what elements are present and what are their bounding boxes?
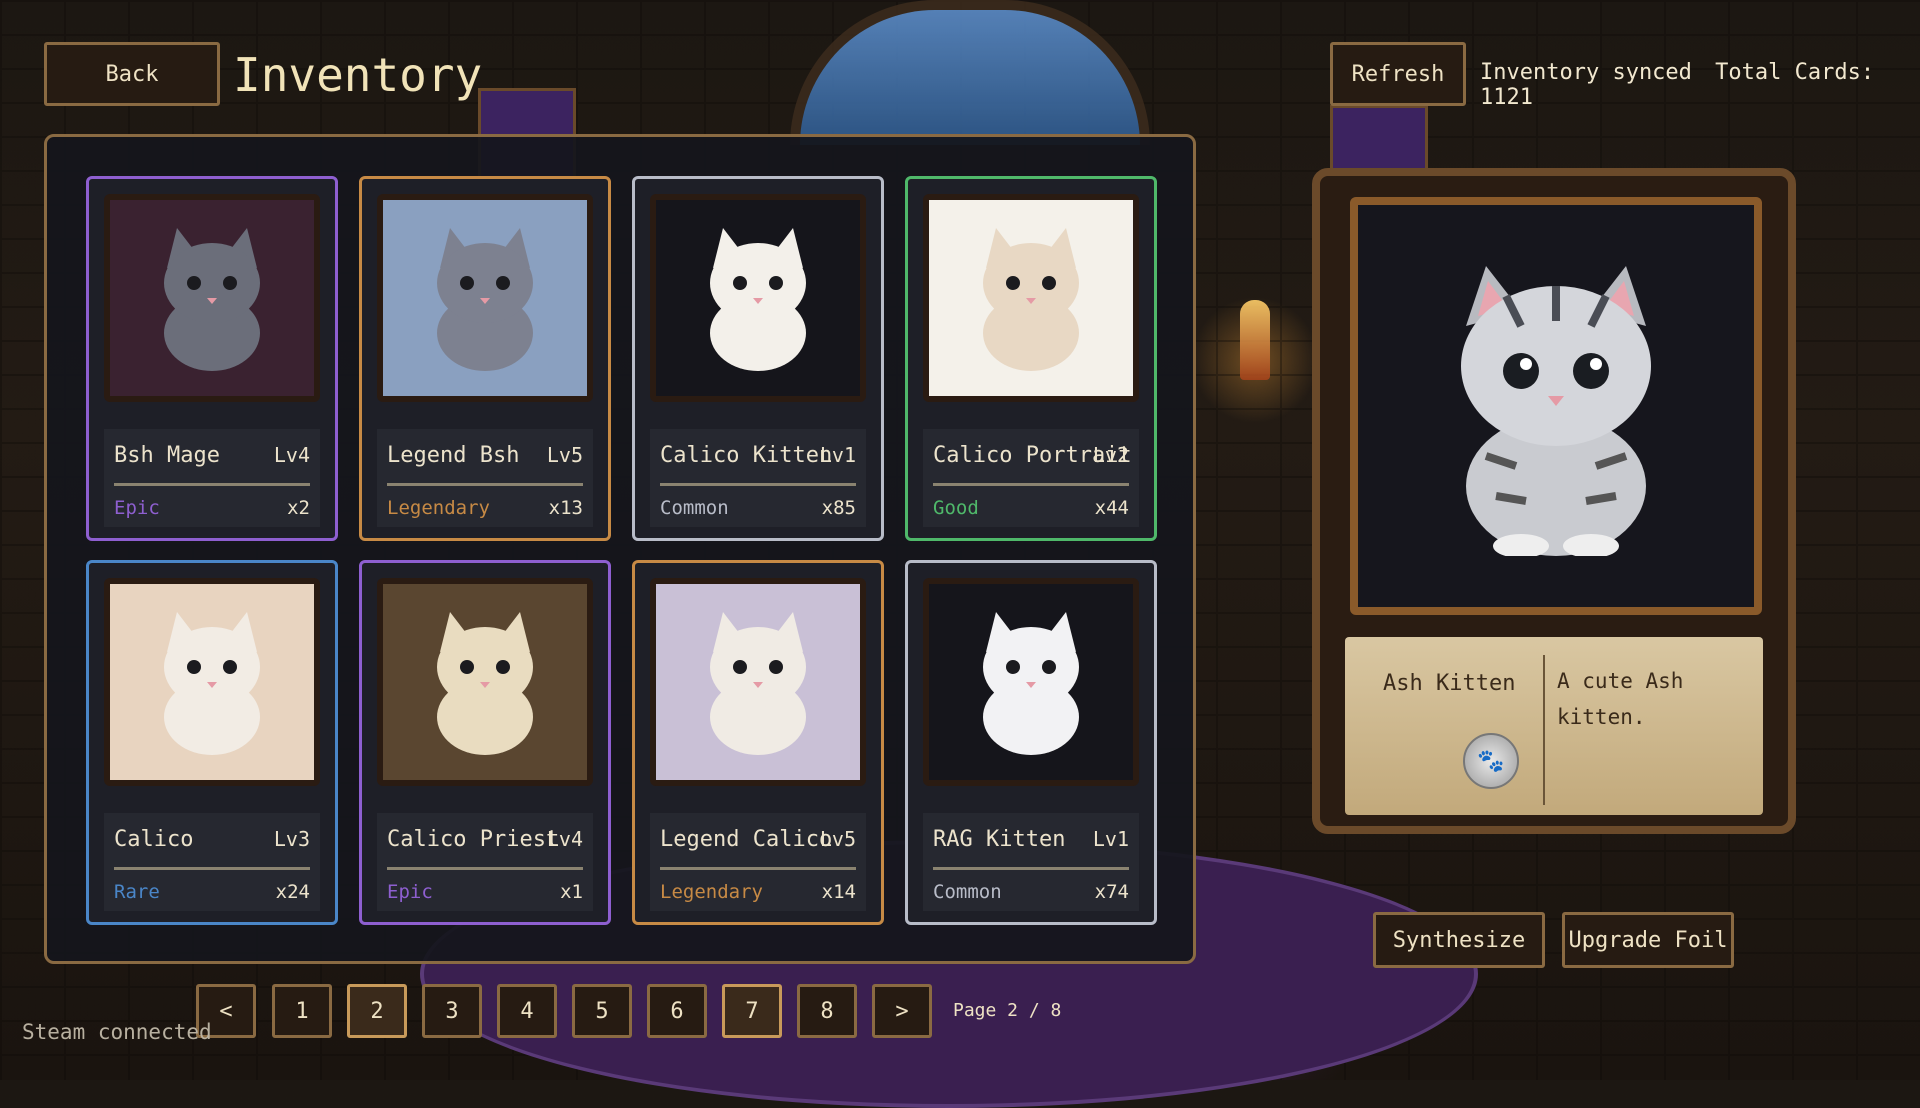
cat-art — [983, 612, 1079, 755]
inventory-card[interactable]: RAG Kitten Lv1 Common x74 — [905, 560, 1157, 925]
synthesize-button[interactable]: Synthesize — [1373, 912, 1545, 968]
card-info: Calico Portrait Lv2 Good x44 — [923, 429, 1139, 527]
card-divider — [933, 483, 1129, 486]
card-divider — [114, 483, 310, 486]
grey-tabby-kitten-art — [1461, 266, 1651, 556]
card-rarity: Legendary — [387, 497, 490, 519]
card-rarity: Good — [933, 497, 979, 519]
sync-status: Inventory synced Total Cards: 1121 — [1480, 60, 1920, 110]
detail-card-art — [1350, 197, 1762, 615]
card-divider — [933, 867, 1129, 870]
card-divider — [660, 483, 856, 486]
card-divider — [387, 867, 583, 870]
card-info: Calico Kitten Lv1 Common x85 — [650, 429, 866, 527]
page-indicator: Page 2 / 8 — [953, 1000, 1062, 1021]
card-art — [377, 194, 593, 402]
cat-art — [437, 612, 533, 755]
inventory-card[interactable]: Legend Calico Lv5 Legendary x14 — [632, 560, 884, 925]
back-button[interactable]: Back — [44, 42, 220, 106]
card-level: Lv2 — [1092, 443, 1129, 467]
page-4-button[interactable]: 4 — [497, 984, 557, 1038]
card-level: Lv4 — [546, 827, 583, 851]
inventory-card[interactable]: Calico Lv3 Rare x24 — [86, 560, 338, 925]
inventory-card[interactable]: Calico Priest Lv4 Epic x1 — [359, 560, 611, 925]
card-divider — [660, 867, 856, 870]
card-art — [104, 578, 320, 786]
card-name: Calico Kitten — [660, 443, 833, 468]
next-page-button[interactable]: > — [872, 984, 932, 1038]
parchment-divider — [1543, 655, 1545, 805]
refresh-button[interactable]: Refresh — [1330, 42, 1466, 106]
card-rarity: Epic — [114, 497, 160, 519]
inventory-card[interactable]: Calico Portrait Lv2 Good x44 — [905, 176, 1157, 541]
card-info: RAG Kitten Lv1 Common x74 — [923, 813, 1139, 911]
card-level: Lv1 — [819, 443, 856, 467]
card-rarity: Rare — [114, 881, 160, 903]
card-rarity: Common — [660, 497, 729, 519]
cat-art — [983, 228, 1079, 371]
card-name: Calico Priest — [387, 827, 560, 852]
card-info: Calico Priest Lv4 Epic x1 — [377, 813, 593, 911]
card-rarity: Common — [933, 881, 1002, 903]
page-7-button[interactable]: 7 — [722, 984, 782, 1038]
card-art — [377, 578, 593, 786]
card-quantity: x2 — [287, 497, 310, 519]
card-art — [104, 194, 320, 402]
inventory-card[interactable]: Legend Bsh Lv5 Legendary x13 — [359, 176, 611, 541]
upgrade-foil-button[interactable]: Upgrade Foil — [1562, 912, 1734, 968]
card-name: Calico — [114, 827, 194, 852]
card-info: Bsh Mage Lv4 Epic x2 — [104, 429, 320, 527]
card-art — [650, 578, 866, 786]
card-info: Calico Lv3 Rare x24 — [104, 813, 320, 911]
card-quantity: x85 — [821, 497, 856, 519]
card-name: Legend Bsh — [387, 443, 520, 468]
page-1-button[interactable]: 1 — [272, 984, 332, 1038]
card-rarity: Legendary — [660, 881, 763, 903]
cat-art — [164, 228, 260, 371]
inventory-card[interactable]: Calico Kitten Lv1 Common x85 — [632, 176, 884, 541]
cat-art — [710, 228, 806, 371]
page-8-button[interactable]: 8 — [797, 984, 857, 1038]
card-name: Legend Calico — [660, 827, 833, 852]
page-title: Inventory — [233, 48, 483, 102]
cat-art — [710, 612, 806, 755]
sync-status-text: Inventory synced — [1480, 60, 1692, 85]
card-art — [650, 194, 866, 402]
detail-card-name: Ash Kitten — [1383, 671, 1516, 696]
card-level: Lv3 — [273, 827, 310, 851]
card-art — [923, 578, 1139, 786]
detail-card-description: A cute Ash kitten. — [1557, 669, 1684, 729]
card-quantity: x13 — [548, 497, 583, 519]
card-quantity: x24 — [275, 881, 310, 903]
card-art — [923, 194, 1139, 402]
card-quantity: x14 — [821, 881, 856, 903]
card-quantity: x44 — [1094, 497, 1129, 519]
card-quantity: x74 — [1094, 881, 1129, 903]
card-divider — [387, 483, 583, 486]
card-info: Legend Bsh Lv5 Legendary x13 — [377, 429, 593, 527]
cat-art — [164, 612, 260, 755]
cat-art — [437, 228, 533, 371]
card-name: RAG Kitten — [933, 827, 1066, 852]
page-3-button[interactable]: 3 — [422, 984, 482, 1038]
page-5-button[interactable]: 5 — [572, 984, 632, 1038]
card-level: Lv5 — [546, 443, 583, 467]
card-description-panel: Ash Kitten A cute Ash kitten. 🐾 — [1345, 637, 1763, 815]
paw-icon: 🐾 — [1463, 733, 1519, 789]
card-level: Lv1 — [1092, 827, 1129, 851]
card-divider — [114, 867, 310, 870]
card-rarity: Epic — [387, 881, 433, 903]
card-quantity: x1 — [560, 881, 583, 903]
page-2-button[interactable]: 2 — [347, 984, 407, 1038]
card-info: Legend Calico Lv5 Legendary x14 — [650, 813, 866, 911]
wall-torch — [1240, 300, 1270, 380]
card-level: Lv5 — [819, 827, 856, 851]
page-6-button[interactable]: 6 — [647, 984, 707, 1038]
card-name: Bsh Mage — [114, 443, 220, 468]
steam-status: Steam connected — [22, 1020, 212, 1044]
card-level: Lv4 — [273, 443, 310, 467]
inventory-card[interactable]: Bsh Mage Lv4 Epic x2 — [86, 176, 338, 541]
